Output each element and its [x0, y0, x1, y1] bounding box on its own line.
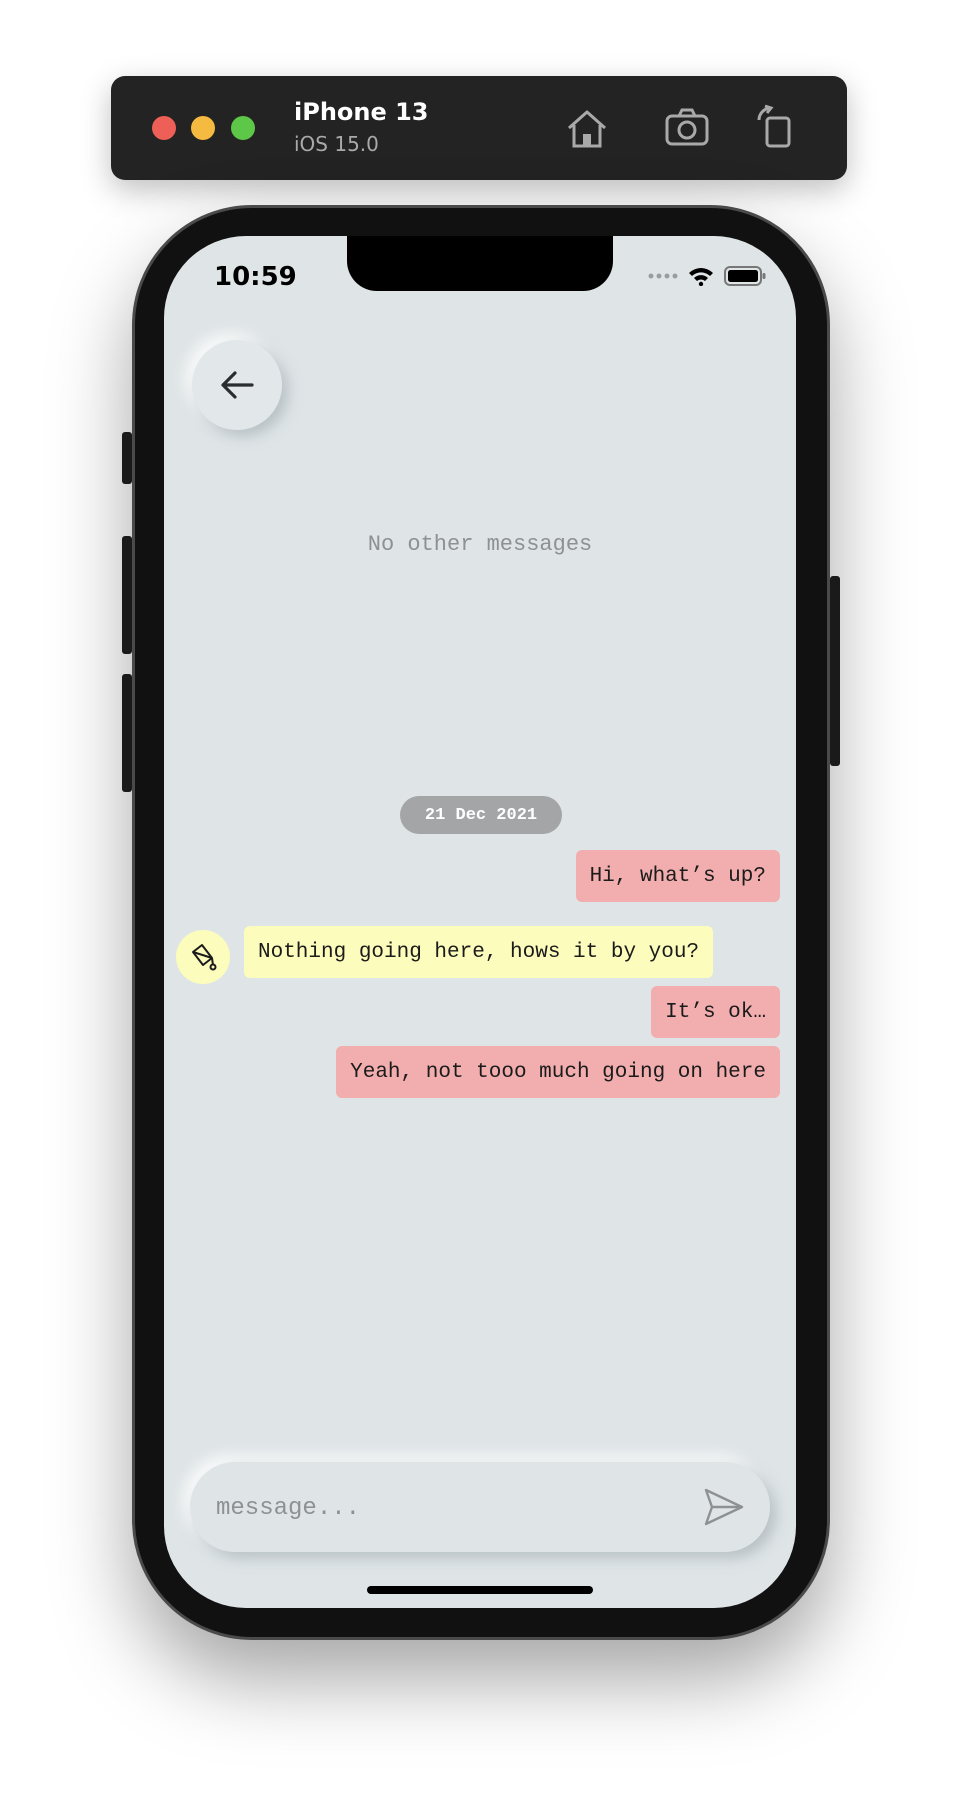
- status-time: 10:59: [214, 262, 297, 292]
- home-button[interactable]: [563, 104, 611, 152]
- rotate-button[interactable]: [751, 104, 799, 152]
- close-window-button[interactable]: [152, 116, 176, 140]
- zoom-window-button[interactable]: [231, 116, 255, 140]
- date-chip: 21 Dec 2021: [400, 796, 562, 834]
- screenshot-button[interactable]: [663, 104, 711, 152]
- camera-icon: [665, 108, 709, 146]
- device-name: iPhone 13: [294, 98, 429, 126]
- phone-screen: 10:59 No other messages 21 Dec 2021 Hi, …: [164, 236, 796, 1608]
- message-bubble-sent[interactable]: Hi, what’s up?: [575, 850, 780, 902]
- message-composer: [190, 1462, 770, 1554]
- arrow-left-icon: [221, 371, 254, 399]
- minimize-window-button[interactable]: [191, 116, 215, 140]
- send-button[interactable]: [704, 1488, 744, 1526]
- avatar[interactable]: [176, 930, 230, 984]
- volume-down-button[interactable]: [122, 674, 132, 792]
- cellular-signal-icon: [648, 273, 678, 279]
- home-indicator[interactable]: [367, 1586, 593, 1594]
- back-button[interactable]: [192, 340, 282, 430]
- power-button[interactable]: [830, 576, 840, 766]
- volume-up-button[interactable]: [122, 536, 132, 654]
- send-icon: [704, 1488, 744, 1526]
- paint-bucket-icon: [192, 944, 217, 971]
- message-bubble-sent[interactable]: It’s ok…: [651, 986, 780, 1038]
- wifi-icon: [689, 268, 713, 286]
- no-messages-note: No other messages: [367, 532, 593, 557]
- message-input[interactable]: [214, 1462, 688, 1554]
- status-icons: [648, 264, 766, 288]
- mute-switch[interactable]: [122, 432, 132, 484]
- battery-icon: [724, 266, 766, 286]
- message-bubble-received[interactable]: Nothing going here, hows it by you?: [244, 926, 714, 978]
- simulator-toolbar: iPhone 13 iOS 15.0: [111, 76, 847, 180]
- rotate-icon: [757, 104, 791, 148]
- home-icon: [568, 110, 606, 148]
- notch: [347, 236, 613, 291]
- message-bubble-sent[interactable]: Yeah, not tooo much going on here: [336, 1046, 780, 1098]
- os-version: iOS 15.0: [294, 132, 379, 156]
